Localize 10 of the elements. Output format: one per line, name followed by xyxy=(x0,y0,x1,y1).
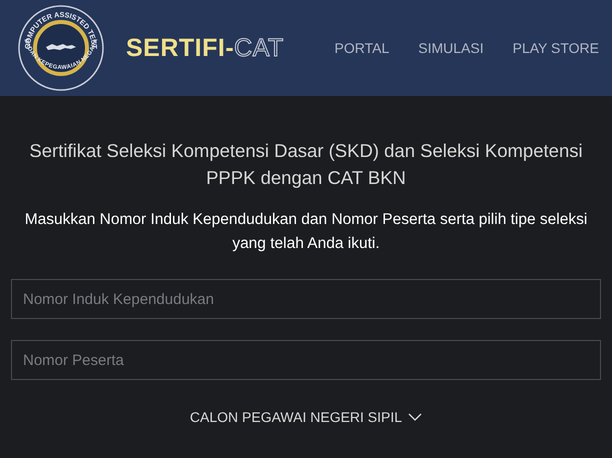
page-title: Sertifikat Seleksi Kompetensi Dasar (SKD) dan Seleksi Kompetensi PPPK dengan CAT BKN xyxy=(28,139,584,190)
nav-link[interactable]: SIMULASI xyxy=(418,40,484,56)
input-field[interactable]: Nomor Peserta xyxy=(11,340,601,380)
nav-link[interactable]: PLAY STORE xyxy=(512,40,599,56)
brand-logo: SERTIFI-CAT xyxy=(126,34,284,62)
nav-link[interactable]: PORTAL xyxy=(334,40,390,56)
chevron-down-icon xyxy=(408,412,422,422)
input-field[interactable]: Nomor Induk Kependudukan xyxy=(11,279,601,319)
instruction-text: Masukkan Nomor Induk Kependudukan dan Nomor Peserta serta pilih tipe seleksi yang telah Anda ikuti. xyxy=(24,210,588,254)
selection-type-dropdown[interactable]: CALON PEGAWAI NEGERI SIPIL xyxy=(190,409,422,425)
